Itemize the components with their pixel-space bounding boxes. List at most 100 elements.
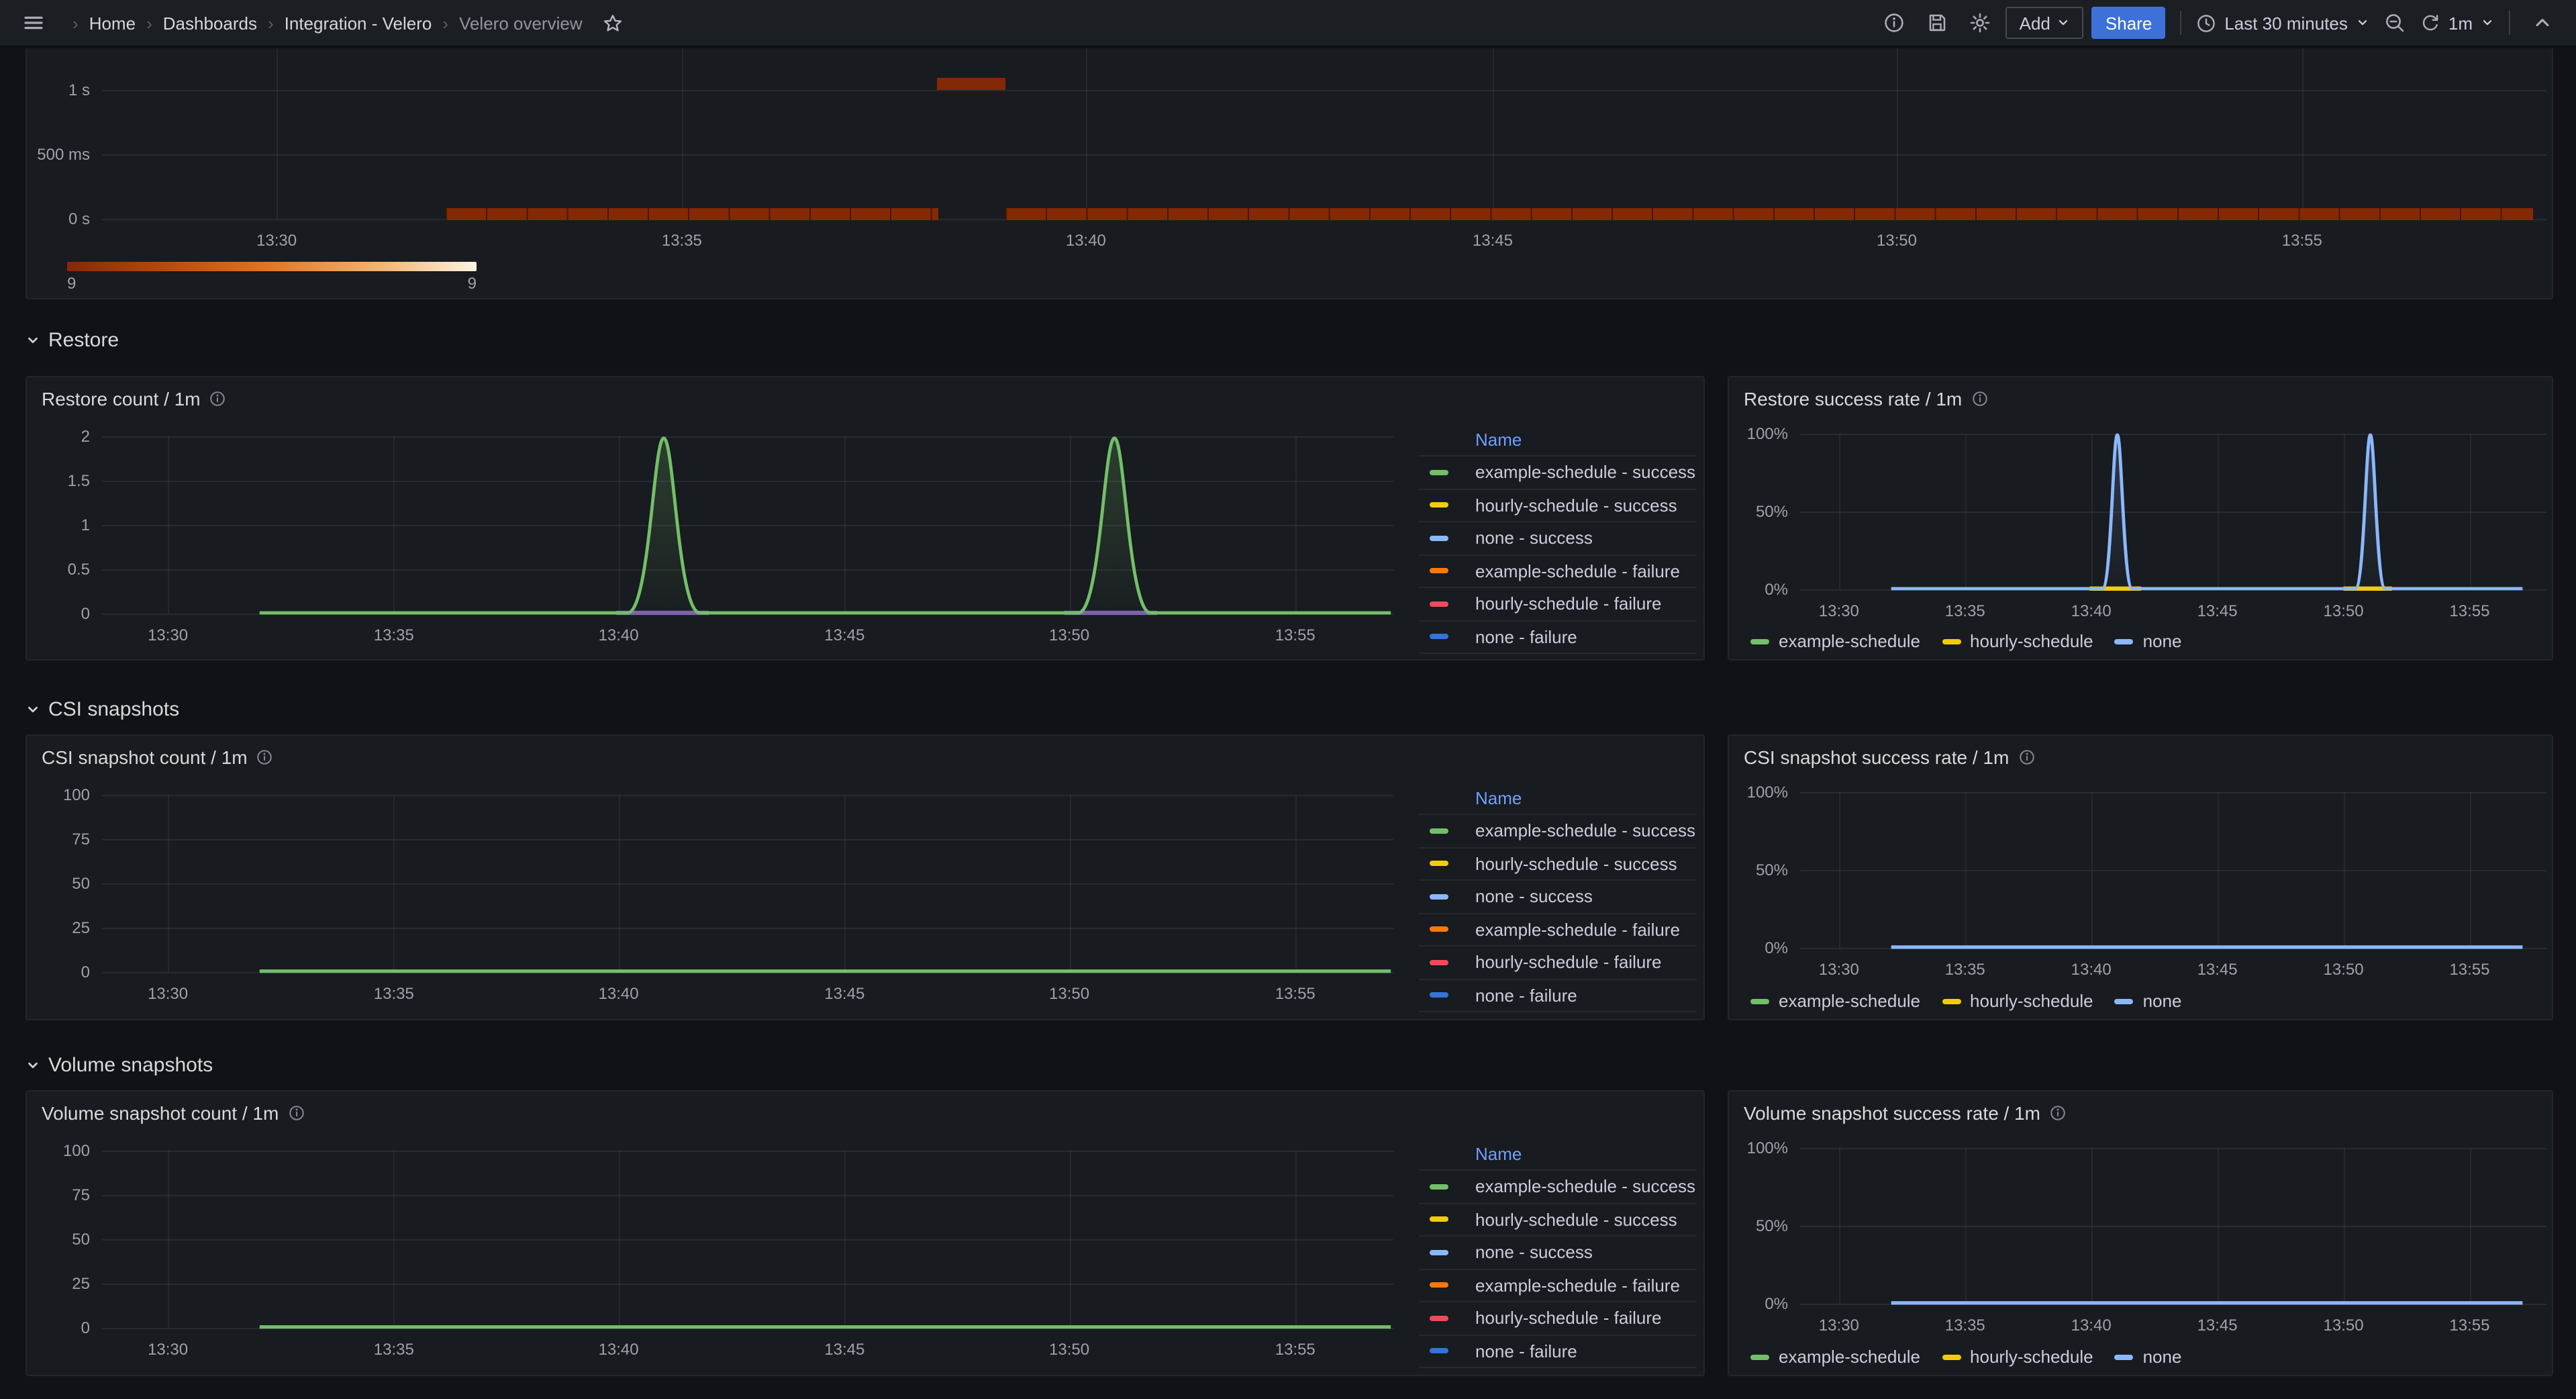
add-button[interactable]: Add xyxy=(2006,7,2084,39)
section-restore[interactable]: Restore xyxy=(26,328,119,352)
legend-table: Name example-schedule - success hourly-s… xyxy=(1419,1137,1697,1368)
series-label: hourly-schedule - success xyxy=(1475,495,1677,516)
legend-item[interactable]: hourly-schedule xyxy=(1942,1347,2093,1367)
time-range-picker[interactable]: Last 30 minutes xyxy=(2196,13,2369,33)
breadcrumb-link[interactable]: Integration - Velero xyxy=(285,13,432,33)
panel-header[interactable]: Restore success rate / 1m xyxy=(1744,388,1987,409)
legend-row[interactable]: none - failure xyxy=(1419,1334,1697,1368)
legend-row[interactable]: example-schedule - failure xyxy=(1419,554,1697,587)
series-swatch xyxy=(1430,601,1448,607)
legend-item[interactable]: hourly-schedule xyxy=(1942,991,2093,1011)
legend-row[interactable]: example-schedule - success xyxy=(1419,814,1697,847)
info-circle-icon[interactable] xyxy=(1971,391,1987,407)
section-csi-snapshots[interactable]: CSI snapshots xyxy=(26,697,179,721)
info-circle-icon[interactable] xyxy=(210,391,226,407)
legend-item[interactable]: none xyxy=(2115,991,2182,1011)
series-label: none - success xyxy=(1475,1243,1593,1263)
series-label: example-schedule xyxy=(1779,1347,1920,1367)
legend-row[interactable]: example-schedule - success xyxy=(1419,1169,1697,1202)
legend-row[interactable]: hourly-schedule - failure xyxy=(1419,945,1697,978)
legend-item[interactable]: example-schedule xyxy=(1750,631,1920,651)
legend-item[interactable]: hourly-schedule xyxy=(1942,631,2093,651)
legend-row[interactable]: hourly-schedule - success xyxy=(1419,847,1697,879)
panel-title: CSI snapshot success rate / 1m xyxy=(1744,746,2009,768)
series-label: hourly-schedule - success xyxy=(1475,854,1677,874)
csi-count-plot[interactable]: 1007550250 13:3013:3513:4013:4513:5013:5… xyxy=(102,795,1393,972)
panel-header[interactable]: Volume snapshot count / 1m xyxy=(42,1102,304,1124)
add-button-label: Add xyxy=(2020,13,2050,33)
share-button[interactable]: Share xyxy=(2092,7,2165,39)
restore-rate-series xyxy=(1800,434,2546,589)
series-swatch xyxy=(1430,828,1448,834)
clock-icon xyxy=(2196,13,2216,33)
chevron-up-icon[interactable] xyxy=(2525,5,2560,40)
save-icon[interactable] xyxy=(1920,5,1955,40)
info-circle-icon[interactable] xyxy=(2050,1105,2066,1121)
section-volume-snapshots[interactable]: Volume snapshots xyxy=(26,1053,213,1077)
panel-title: Restore success rate / 1m xyxy=(1744,388,1962,409)
legend-row[interactable]: none - failure xyxy=(1419,620,1697,654)
legend-item[interactable]: example-schedule xyxy=(1750,991,1920,1011)
panel-header[interactable]: CSI snapshot success rate / 1m xyxy=(1744,746,2034,768)
refresh-picker[interactable]: 1m xyxy=(2420,13,2494,33)
info-circle-icon[interactable] xyxy=(288,1105,304,1121)
breadcrumb-item: › Velero overview xyxy=(432,13,582,33)
legend-name-header[interactable]: Name xyxy=(1419,1137,1697,1169)
csi-rate-plot[interactable]: 100%50%0% 13:3013:3513:4013:4513:5013:55 xyxy=(1800,792,2546,948)
panel-header[interactable]: CSI snapshot count / 1m xyxy=(42,746,273,768)
series-label: hourly-schedule - success xyxy=(1475,1210,1677,1230)
legend-row[interactable]: example-schedule - failure xyxy=(1419,1268,1697,1301)
info-circle-icon[interactable] xyxy=(2018,749,2034,765)
series-label: none xyxy=(2143,991,2182,1011)
breadcrumb-link[interactable]: Home xyxy=(89,13,136,33)
legend-name-header[interactable]: Name xyxy=(1419,781,1697,814)
series-label: none xyxy=(2143,631,2182,651)
breadcrumb-link[interactable]: Velero overview xyxy=(459,13,583,33)
legend-row[interactable]: none - success xyxy=(1419,521,1697,554)
series-label: hourly-schedule - failure xyxy=(1475,1308,1661,1329)
legend-item[interactable]: example-schedule xyxy=(1750,1347,1920,1367)
panel-header[interactable]: Volume snapshot success rate / 1m xyxy=(1744,1102,2066,1124)
legend-row[interactable]: hourly-schedule - failure xyxy=(1419,1301,1697,1334)
star-icon[interactable] xyxy=(596,5,631,40)
restore-count-plot[interactable]: 21.510.50 13:3013:3513:4013:4513:5013:55 xyxy=(102,436,1393,614)
restore-count-panel: Restore count / 1m 21.510.50 13:3013:351… xyxy=(26,376,1705,661)
restore-rate-plot[interactable]: 100%50%0% 13:3013:3513:4013:4513:5013:55 xyxy=(1800,434,2546,589)
gear-icon[interactable] xyxy=(1963,5,1998,40)
legend-row[interactable]: example-schedule - success xyxy=(1419,455,1697,488)
breadcrumb-link[interactable]: Dashboards xyxy=(163,13,257,33)
menu-icon[interactable] xyxy=(16,5,51,40)
series-swatch xyxy=(2115,1354,2134,1359)
breadcrumb-separator-icon: › xyxy=(268,13,274,33)
legend-row[interactable]: example-schedule - failure xyxy=(1419,912,1697,945)
panel-header[interactable]: Restore count / 1m xyxy=(42,388,226,409)
share-button-label: Share xyxy=(2106,13,2152,33)
legend-table: Name example-schedule - success hourly-s… xyxy=(1419,781,1697,1012)
heatmap-cell xyxy=(938,77,1006,89)
zoom-out-icon[interactable] xyxy=(2377,5,2412,40)
legend-row[interactable]: none - success xyxy=(1419,879,1697,912)
series-label: example-schedule - failure xyxy=(1475,561,1680,581)
volume-rate-plot[interactable]: 100%50%0% 13:3013:3513:4013:4513:5013:55 xyxy=(1800,1148,2546,1304)
info-circle-icon[interactable] xyxy=(257,749,273,765)
chevron-down-icon xyxy=(2356,16,2369,30)
legend-row[interactable]: hourly-schedule - success xyxy=(1419,488,1697,521)
section-csi-label: CSI snapshots xyxy=(48,697,179,720)
legend-row[interactable]: hourly-schedule - success xyxy=(1419,1202,1697,1235)
legend-row[interactable]: hourly-schedule - failure xyxy=(1419,587,1697,620)
backup-duration-heatmap-panel: 1 s 500 ms 0 s 13:30 13:35 13:40 13:45 xyxy=(26,48,2553,299)
time-range-label: Last 30 minutes xyxy=(2224,13,2348,33)
series-label: example-schedule - success xyxy=(1475,821,1695,841)
refresh-interval-label: 1m xyxy=(2448,13,2473,33)
legend-row[interactable]: none - success xyxy=(1419,1235,1697,1268)
legend-item[interactable]: none xyxy=(2115,1347,2182,1367)
legend-row[interactable]: none - failure xyxy=(1419,978,1697,1012)
series-label: none - success xyxy=(1475,528,1593,548)
legend-item[interactable]: none xyxy=(2115,631,2182,651)
heatmap-plot[interactable]: 1 s 500 ms 0 s 13:30 13:35 13:40 13:45 xyxy=(102,48,2546,219)
volume-count-plot[interactable]: 1007550250 13:3013:3513:4013:4513:5013:5… xyxy=(102,1151,1393,1328)
series-label: none - success xyxy=(1475,887,1593,907)
legend-name-header[interactable]: Name xyxy=(1419,423,1697,455)
series-label: hourly-schedule xyxy=(1970,1347,2093,1367)
info-circle-icon[interactable] xyxy=(1877,5,1912,40)
